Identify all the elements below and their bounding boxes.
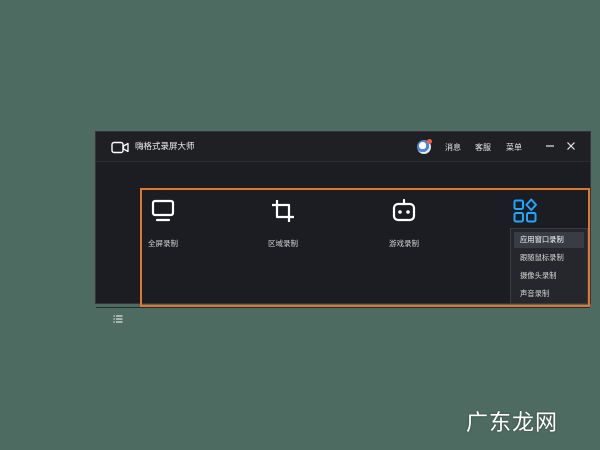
mode-label: 全屏录制 [148,239,178,248]
monitor-icon [151,199,175,222]
dropdown-item-audio[interactable]: 声音录制 [514,286,584,302]
service-link[interactable]: 客服 [475,142,491,153]
dropdown-item-camera[interactable]: 摄像头录制 [514,268,584,284]
apps-grid-icon [513,198,537,223]
app-record-dropdown: 应用窗口录制 跟随鼠标录制 摄像头录制 声音录制 [510,228,588,304]
minimize-button[interactable] [542,137,558,155]
title-bar: 嗨格式录屏大师 消息 客服 菜单 [96,132,590,162]
footer-divider [96,307,590,308]
gamepad-robot-icon [392,198,416,222]
mode-label: 游戏录制 [389,239,419,248]
list-icon[interactable] [113,314,123,324]
notification-dot [427,139,432,144]
avatar[interactable] [417,139,432,154]
dropdown-item-app-window[interactable]: 应用窗口录制 [514,232,584,248]
camera-icon [111,141,129,154]
watermark: 广东龙网 [466,411,559,436]
app-title: 嗨格式录屏大师 [135,142,195,152]
menu-link[interactable]: 菜单 [506,142,522,153]
dropdown-item-follow-mouse[interactable]: 跟随鼠标录制 [514,250,584,266]
minimize-icon [546,145,554,147]
close-button[interactable] [563,137,579,155]
crop-icon [272,200,294,222]
messages-link[interactable]: 消息 [445,142,461,153]
mode-label: 区域录制 [268,239,298,248]
close-icon [567,142,575,150]
